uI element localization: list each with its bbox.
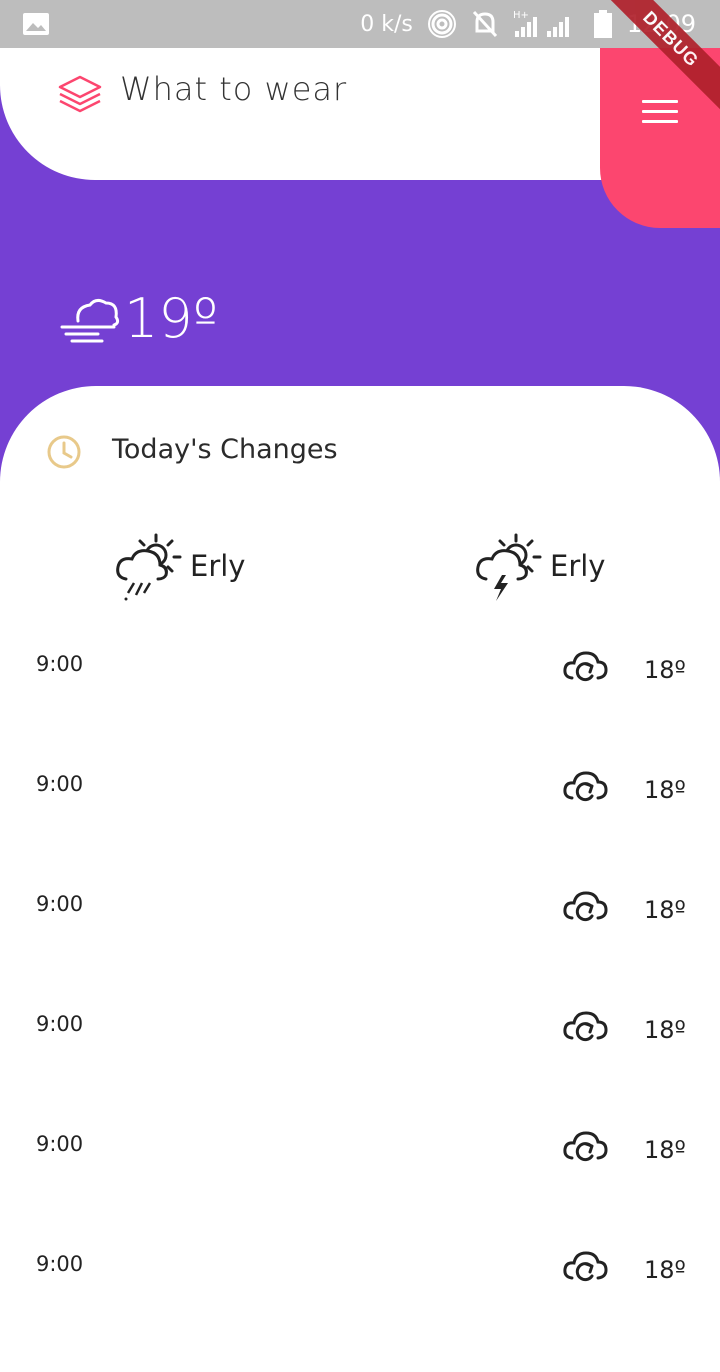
list-item: 9:00 18º — [0, 1251, 720, 1372]
row-temperature: 18º — [644, 656, 686, 684]
notifications-off-icon — [472, 10, 497, 38]
row-temperature: 18º — [644, 776, 686, 804]
sun-cloud-rain-icon — [116, 533, 182, 601]
row-time: 9:00 — [36, 652, 84, 676]
summary-label: Erly — [550, 549, 606, 583]
svg-text:H+: H+ — [513, 10, 529, 21]
list-item: 9:00 18º — [0, 771, 720, 892]
list-item: 9:00 18º — [0, 651, 720, 772]
image-icon — [23, 13, 49, 35]
summary-item: Erly — [112, 526, 245, 606]
row-time: 9:00 — [36, 1132, 84, 1156]
cloud-refresh-icon — [563, 1131, 608, 1162]
row-temperature: 18º — [644, 896, 686, 924]
row-time: 9:00 — [36, 772, 84, 796]
layers-icon — [58, 75, 102, 113]
cloud-refresh-icon — [563, 771, 608, 802]
battery-icon — [593, 10, 612, 38]
signal-icon: H+ — [513, 10, 569, 37]
section-title: Today's Changes — [112, 434, 338, 465]
sun-cloud-lightning-icon — [476, 533, 542, 601]
row-time: 9:00 — [36, 1252, 84, 1276]
cloud-refresh-icon — [563, 1251, 608, 1282]
cloud-refresh-icon — [563, 891, 608, 922]
row-time: 9:00 — [36, 1012, 84, 1036]
clock-icon — [47, 435, 81, 469]
cloud-refresh-icon — [563, 651, 608, 682]
row-temperature: 18º — [644, 1016, 686, 1044]
network-speed: 0 k/s — [360, 11, 413, 37]
list-item: 9:00 18º — [0, 891, 720, 1012]
cloud-wind-icon — [60, 298, 120, 343]
list-item: 9:00 18º — [0, 1011, 720, 1132]
row-temperature: 18º — [644, 1136, 686, 1164]
status-bar: 0 k/s H+ 12:09 — [0, 0, 720, 48]
row-time: 9:00 — [36, 892, 84, 916]
current-temperature: 19º — [124, 287, 219, 350]
hamburger-menu-icon[interactable] — [642, 100, 678, 128]
app-title: What to wear — [120, 70, 348, 108]
list-item: 9:00 18º — [0, 1131, 720, 1252]
summary-label: Erly — [190, 549, 246, 583]
current-weather: 19º — [58, 284, 218, 354]
hotspot-icon — [427, 10, 456, 38]
cloud-refresh-icon — [563, 1011, 608, 1042]
summary-item: Erly — [472, 526, 605, 606]
